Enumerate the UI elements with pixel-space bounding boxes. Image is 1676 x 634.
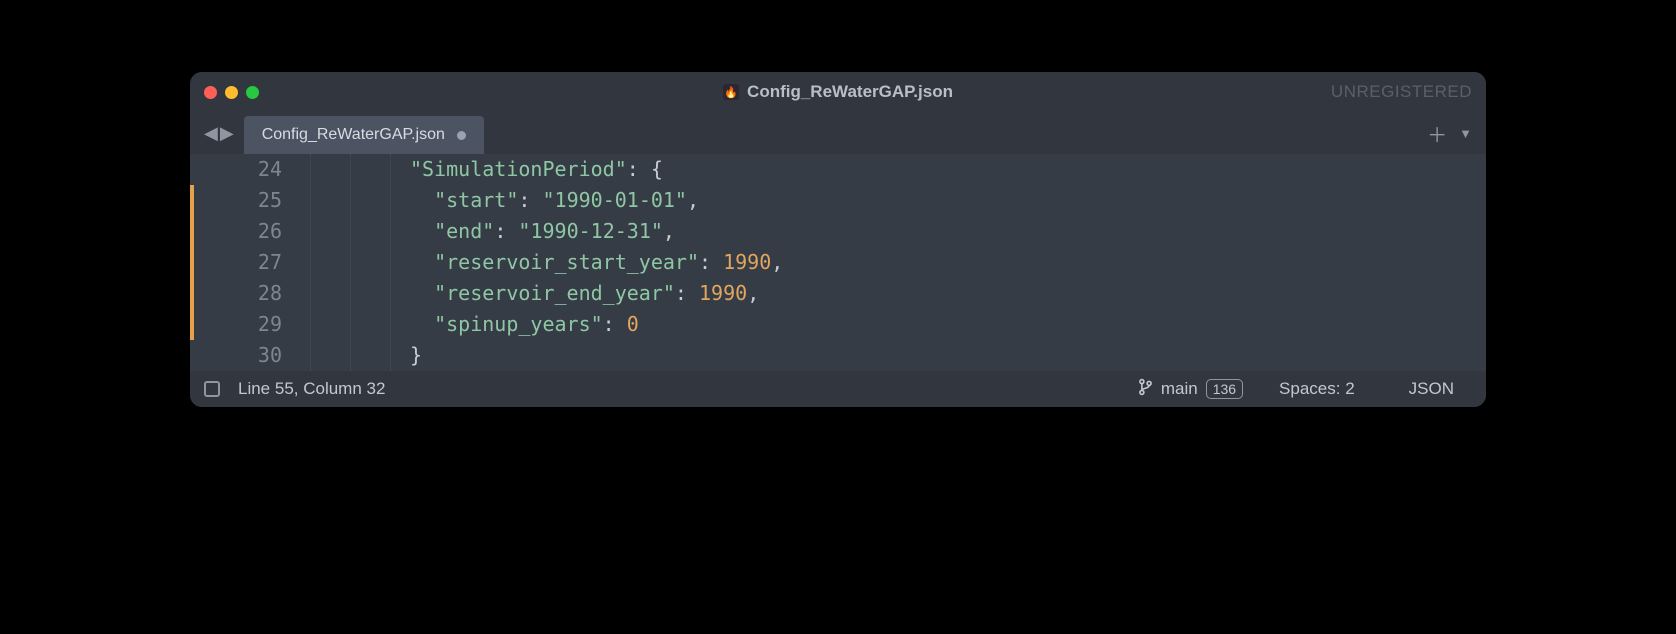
code-content[interactable]: "SimulationPeriod": { "start": "1990-01-… [410, 154, 803, 371]
line-number: 27 [190, 247, 282, 278]
new-tab-icon[interactable]: ＋ [1427, 119, 1447, 148]
window-title-text: Config_ReWaterGAP.json [747, 82, 953, 102]
git-change-count: 136 [1206, 379, 1243, 399]
git-branch-icon [1138, 378, 1153, 401]
code-line[interactable]: "end": "1990-12-31", [410, 216, 783, 247]
tabbar-actions: ＋ ▼ [1427, 112, 1486, 154]
window-title: 🔥 Config_ReWaterGAP.json [723, 82, 953, 102]
code-line[interactable]: } [410, 340, 783, 371]
syntax-setting[interactable]: JSON [1391, 379, 1472, 399]
tab-filename: Config_ReWaterGAP.json [262, 126, 445, 144]
tab-active[interactable]: Config_ReWaterGAP.json [244, 116, 484, 154]
line-number-gutter: 24252627282930 [190, 154, 292, 371]
line-number: 30 [190, 340, 282, 371]
unregistered-label: UNREGISTERED [1331, 82, 1472, 102]
code-line[interactable]: "reservoir_start_year": 1990, [410, 247, 783, 278]
nav-back-icon[interactable]: ◀ [204, 123, 218, 144]
nav-forward-icon[interactable]: ▶ [220, 123, 234, 144]
tab-dropdown-icon[interactable]: ▼ [1459, 126, 1472, 141]
line-number: 28 [190, 278, 282, 309]
tab-history-nav: ◀ ▶ [198, 112, 244, 154]
git-branch-name: main [1161, 379, 1198, 399]
tab-bar: ◀ ▶ Config_ReWaterGAP.json ＋ ▼ [190, 112, 1486, 154]
code-line[interactable]: "SimulationPeriod": { [410, 154, 783, 185]
code-line[interactable]: "spinup_years": 0 [410, 309, 783, 340]
indent-setting[interactable]: Spaces: 2 [1261, 379, 1373, 399]
code-editor[interactable]: 24252627282930 "SimulationPeriod": { "st… [190, 154, 1486, 371]
code-line[interactable]: "reservoir_end_year": 1990, [410, 278, 783, 309]
zoom-window-button[interactable] [246, 86, 259, 99]
indent-guides [292, 154, 410, 371]
status-bar: Line 55, Column 32 main 136 Spaces: 2 JS… [190, 371, 1486, 407]
app-icon: 🔥 [723, 84, 739, 100]
line-number: 26 [190, 216, 282, 247]
line-number: 25 [190, 185, 282, 216]
cursor-position[interactable]: Line 55, Column 32 [238, 379, 385, 399]
traffic-lights [204, 86, 259, 99]
titlebar: 🔥 Config_ReWaterGAP.json UNREGISTERED [190, 72, 1486, 112]
modified-gutter-strip [190, 185, 194, 340]
minimize-window-button[interactable] [225, 86, 238, 99]
dirty-indicator-icon [457, 131, 466, 140]
git-branch-indicator[interactable]: main 136 [1138, 378, 1243, 401]
code-line[interactable]: "start": "1990-01-01", [410, 185, 783, 216]
close-window-button[interactable] [204, 86, 217, 99]
line-number: 29 [190, 309, 282, 340]
panel-toggle-icon[interactable] [204, 381, 220, 397]
line-number: 24 [190, 154, 282, 185]
editor-window: 🔥 Config_ReWaterGAP.json UNREGISTERED ◀ … [190, 72, 1486, 407]
